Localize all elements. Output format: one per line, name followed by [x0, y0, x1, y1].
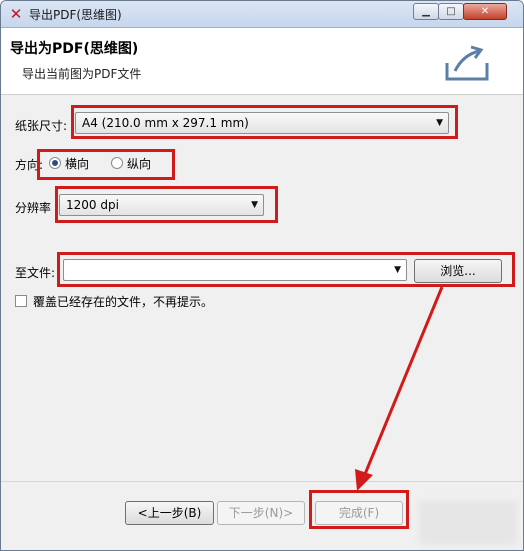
- blurred-watermark: [419, 501, 517, 545]
- chevron-down-icon: ▼: [394, 265, 401, 275]
- close-button[interactable]: ✕: [463, 3, 507, 20]
- file-label: 至文件:: [15, 266, 56, 280]
- landscape-label[interactable]: 横向: [65, 155, 89, 172]
- browse-button[interactable]: 浏览...: [414, 259, 502, 283]
- title-bar[interactable]: ✕ 导出PDF(思维图) ▁ □ ✕: [1, 1, 523, 28]
- maximize-button[interactable]: □: [438, 3, 464, 20]
- paper-size-value: A4 (210.0 mm x 297.1 mm): [82, 116, 249, 130]
- next-button[interactable]: 下一步(N)>: [217, 501, 305, 525]
- page-title: 导出为PDF(思维图): [10, 41, 139, 57]
- finish-button[interactable]: 完成(F): [315, 501, 403, 525]
- overwrite-checkbox[interactable]: [15, 295, 27, 307]
- export-pdf-dialog: ✕ 导出PDF(思维图) ▁ □ ✕ 导出为PDF(思维图) 导出当前图为PDF…: [0, 0, 524, 551]
- resolution-value: 1200 dpi: [66, 198, 119, 212]
- overwrite-label[interactable]: 覆盖已经存在的文件，不再提示。: [33, 293, 213, 310]
- page-subtitle: 导出当前图为PDF文件: [22, 67, 142, 81]
- chevron-down-icon: ▼: [251, 200, 258, 210]
- minimize-button[interactable]: ▁: [413, 3, 439, 20]
- file-path-input[interactable]: ▼: [63, 259, 407, 281]
- form-area: 纸张尺寸: A4 (210.0 mm x 297.1 mm) ▼ 方向: 横向 …: [1, 95, 523, 480]
- landscape-radio[interactable]: [49, 157, 61, 169]
- maximize-icon: □: [446, 6, 456, 17]
- close-icon: ✕: [480, 6, 490, 17]
- prev-button[interactable]: <上一步(B): [125, 501, 214, 525]
- portrait-radio[interactable]: [111, 157, 123, 169]
- resolution-select[interactable]: 1200 dpi ▼: [59, 194, 264, 216]
- export-icon: [445, 45, 489, 81]
- paper-size-label: 纸张尺寸:: [15, 119, 68, 133]
- minimize-icon: ▁: [422, 6, 430, 17]
- portrait-label[interactable]: 纵向: [127, 155, 151, 172]
- wizard-header: 导出为PDF(思维图) 导出当前图为PDF文件: [1, 28, 523, 95]
- orientation-label: 方向:: [15, 158, 44, 172]
- x-logo-icon: ✕: [9, 5, 23, 23]
- paper-size-select[interactable]: A4 (210.0 mm x 297.1 mm) ▼: [75, 112, 449, 134]
- window-title: 导出PDF(思维图): [29, 8, 122, 22]
- chevron-down-icon: ▼: [436, 118, 443, 128]
- resolution-label: 分辨率: [15, 201, 52, 215]
